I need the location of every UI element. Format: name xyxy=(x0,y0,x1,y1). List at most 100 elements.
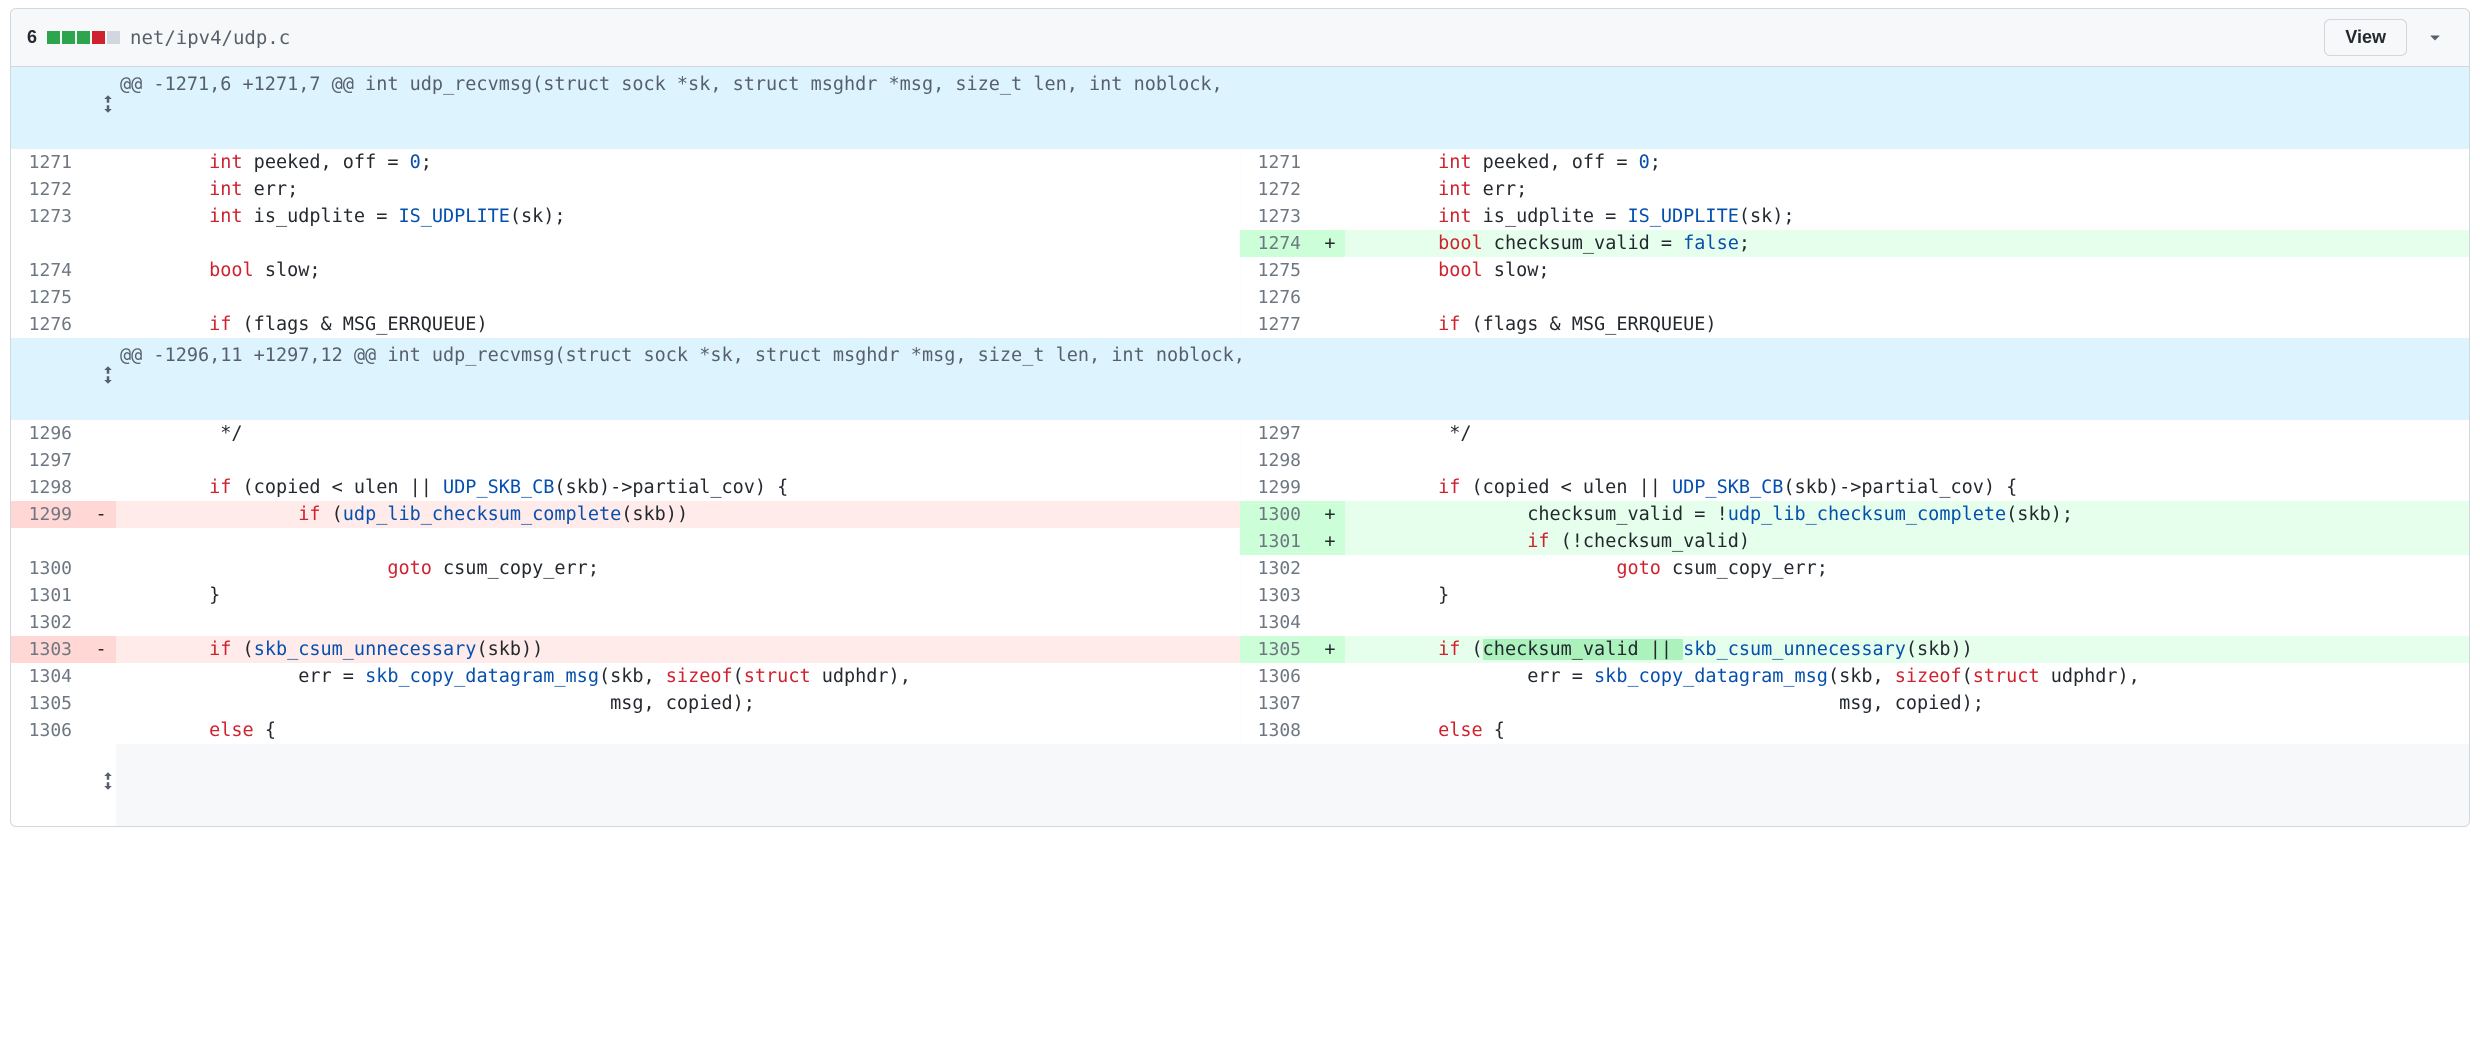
right-sign xyxy=(1315,257,1345,284)
expand-row xyxy=(11,744,2469,826)
diff-row: 1300 goto csum_copy_err; 1302 goto csum_… xyxy=(11,555,2469,582)
right-sign xyxy=(1315,690,1345,717)
file-path[interactable]: net/ipv4/udp.c xyxy=(130,27,290,49)
left-code: err = skb_copy_datagram_msg(skb, sizeof(… xyxy=(116,663,1240,690)
diff-row: 1304 err = skb_copy_datagram_msg(skb, si… xyxy=(11,663,2469,690)
right-code: int err; xyxy=(1345,176,2469,203)
right-lineno[interactable]: 1275 xyxy=(1240,257,1315,284)
right-code xyxy=(1345,284,2469,311)
right-sign xyxy=(1315,663,1345,690)
left-lineno[interactable]: 1276 xyxy=(11,311,86,338)
diffstat xyxy=(47,31,120,44)
left-code: bool slow; xyxy=(116,257,1240,284)
left-code xyxy=(116,528,1240,555)
left-sign xyxy=(86,149,116,176)
right-lineno[interactable]: 1273 xyxy=(1240,203,1315,230)
right-lineno[interactable]: 1272 xyxy=(1240,176,1315,203)
right-code: int peeked, off = 0; xyxy=(1345,149,2469,176)
left-lineno[interactable]: 1274 xyxy=(11,257,86,284)
right-sign: + xyxy=(1315,230,1345,257)
left-lineno[interactable]: 1273 xyxy=(11,203,86,230)
left-sign xyxy=(86,690,116,717)
left-lineno[interactable]: 1272 xyxy=(11,176,86,203)
hunk-header: @@ -1271,6 +1271,7 @@ int udp_recvmsg(st… xyxy=(11,67,2469,149)
left-code: if (skb_csum_unnecessary(skb)) xyxy=(116,636,1240,663)
left-lineno[interactable]: 1275 xyxy=(11,284,86,311)
left-lineno[interactable]: 1300 xyxy=(11,555,86,582)
diff-table: @@ -1271,6 +1271,7 @@ int udp_recvmsg(st… xyxy=(11,67,2469,826)
right-code xyxy=(1345,609,2469,636)
right-lineno[interactable]: 1276 xyxy=(1240,284,1315,311)
expand-placeholder xyxy=(116,744,2469,826)
diff-row: 1275 1276 xyxy=(11,284,2469,311)
left-sign xyxy=(86,447,116,474)
hunk-text: @@ -1296,11 +1297,12 @@ int udp_recvmsg(… xyxy=(116,338,2469,420)
left-lineno[interactable]: 1303 xyxy=(11,636,86,663)
right-code: if (copied < ulen || UDP_SKB_CB(skb)->pa… xyxy=(1345,474,2469,501)
left-lineno xyxy=(11,528,86,555)
left-code: int is_udplite = IS_UDPLITE(sk); xyxy=(116,203,1240,230)
right-sign xyxy=(1315,203,1345,230)
right-sign xyxy=(1315,447,1345,474)
right-lineno[interactable]: 1271 xyxy=(1240,149,1315,176)
left-lineno[interactable]: 1296 xyxy=(11,420,86,447)
expand-hunk[interactable] xyxy=(11,338,116,420)
right-lineno[interactable]: 1274 xyxy=(1240,230,1315,257)
left-lineno[interactable]: 1301 xyxy=(11,582,86,609)
left-lineno[interactable]: 1299 xyxy=(11,501,86,528)
right-lineno[interactable]: 1298 xyxy=(1240,447,1315,474)
view-button[interactable]: View xyxy=(2324,19,2407,56)
unfold-down-icon xyxy=(98,771,118,791)
left-sign xyxy=(86,528,116,555)
right-lineno[interactable]: 1306 xyxy=(1240,663,1315,690)
changes-count: 6 xyxy=(27,27,37,48)
diffstat-add-block xyxy=(62,31,75,44)
right-code: bool checksum_valid = false; xyxy=(1345,230,2469,257)
right-lineno[interactable]: 1300 xyxy=(1240,501,1315,528)
right-sign: + xyxy=(1315,501,1345,528)
left-code xyxy=(116,230,1240,257)
left-lineno[interactable]: 1298 xyxy=(11,474,86,501)
left-code: } xyxy=(116,582,1240,609)
left-sign xyxy=(86,717,116,744)
diffstat-neutral-block xyxy=(107,31,120,44)
left-code: if (udp_lib_checksum_complete(skb)) xyxy=(116,501,1240,528)
right-lineno[interactable]: 1307 xyxy=(1240,690,1315,717)
diffstat-del-block xyxy=(92,31,105,44)
right-code: if (!checksum_valid) xyxy=(1345,528,2469,555)
right-lineno[interactable]: 1304 xyxy=(1240,609,1315,636)
right-sign xyxy=(1315,717,1345,744)
diff-row-addition: 1274+ bool checksum_valid = false; xyxy=(11,230,2469,257)
right-lineno[interactable]: 1297 xyxy=(1240,420,1315,447)
right-lineno[interactable]: 1303 xyxy=(1240,582,1315,609)
left-lineno[interactable]: 1304 xyxy=(11,663,86,690)
collapse-toggle[interactable] xyxy=(2417,20,2453,56)
left-code: else { xyxy=(116,717,1240,744)
chevron-down-icon xyxy=(2425,28,2445,48)
left-lineno[interactable]: 1271 xyxy=(11,149,86,176)
left-code xyxy=(116,609,1240,636)
right-lineno[interactable]: 1302 xyxy=(1240,555,1315,582)
right-lineno[interactable]: 1301 xyxy=(1240,528,1315,555)
left-code: goto csum_copy_err; xyxy=(116,555,1240,582)
left-lineno[interactable]: 1302 xyxy=(11,609,86,636)
right-lineno[interactable]: 1308 xyxy=(1240,717,1315,744)
expand-hunk[interactable] xyxy=(11,67,116,149)
left-sign xyxy=(86,284,116,311)
unfold-icon xyxy=(98,365,118,385)
left-lineno[interactable]: 1306 xyxy=(11,717,86,744)
right-code: err = skb_copy_datagram_msg(skb, sizeof(… xyxy=(1345,663,2469,690)
hunk-text: @@ -1271,6 +1271,7 @@ int udp_recvmsg(st… xyxy=(116,67,2469,149)
right-lineno[interactable]: 1277 xyxy=(1240,311,1315,338)
diff-file: 6 net/ipv4/udp.c View xyxy=(10,8,2470,827)
diff-row: 1303- if (skb_csum_unnecessary(skb)) 130… xyxy=(11,636,2469,663)
right-lineno[interactable]: 1299 xyxy=(1240,474,1315,501)
expand-down[interactable] xyxy=(11,744,116,826)
right-lineno[interactable]: 1305 xyxy=(1240,636,1315,663)
diff-row: 1297 1298 xyxy=(11,447,2469,474)
left-sign xyxy=(86,582,116,609)
left-lineno[interactable]: 1297 xyxy=(11,447,86,474)
right-code: } xyxy=(1345,582,2469,609)
left-code xyxy=(116,447,1240,474)
left-lineno[interactable]: 1305 xyxy=(11,690,86,717)
